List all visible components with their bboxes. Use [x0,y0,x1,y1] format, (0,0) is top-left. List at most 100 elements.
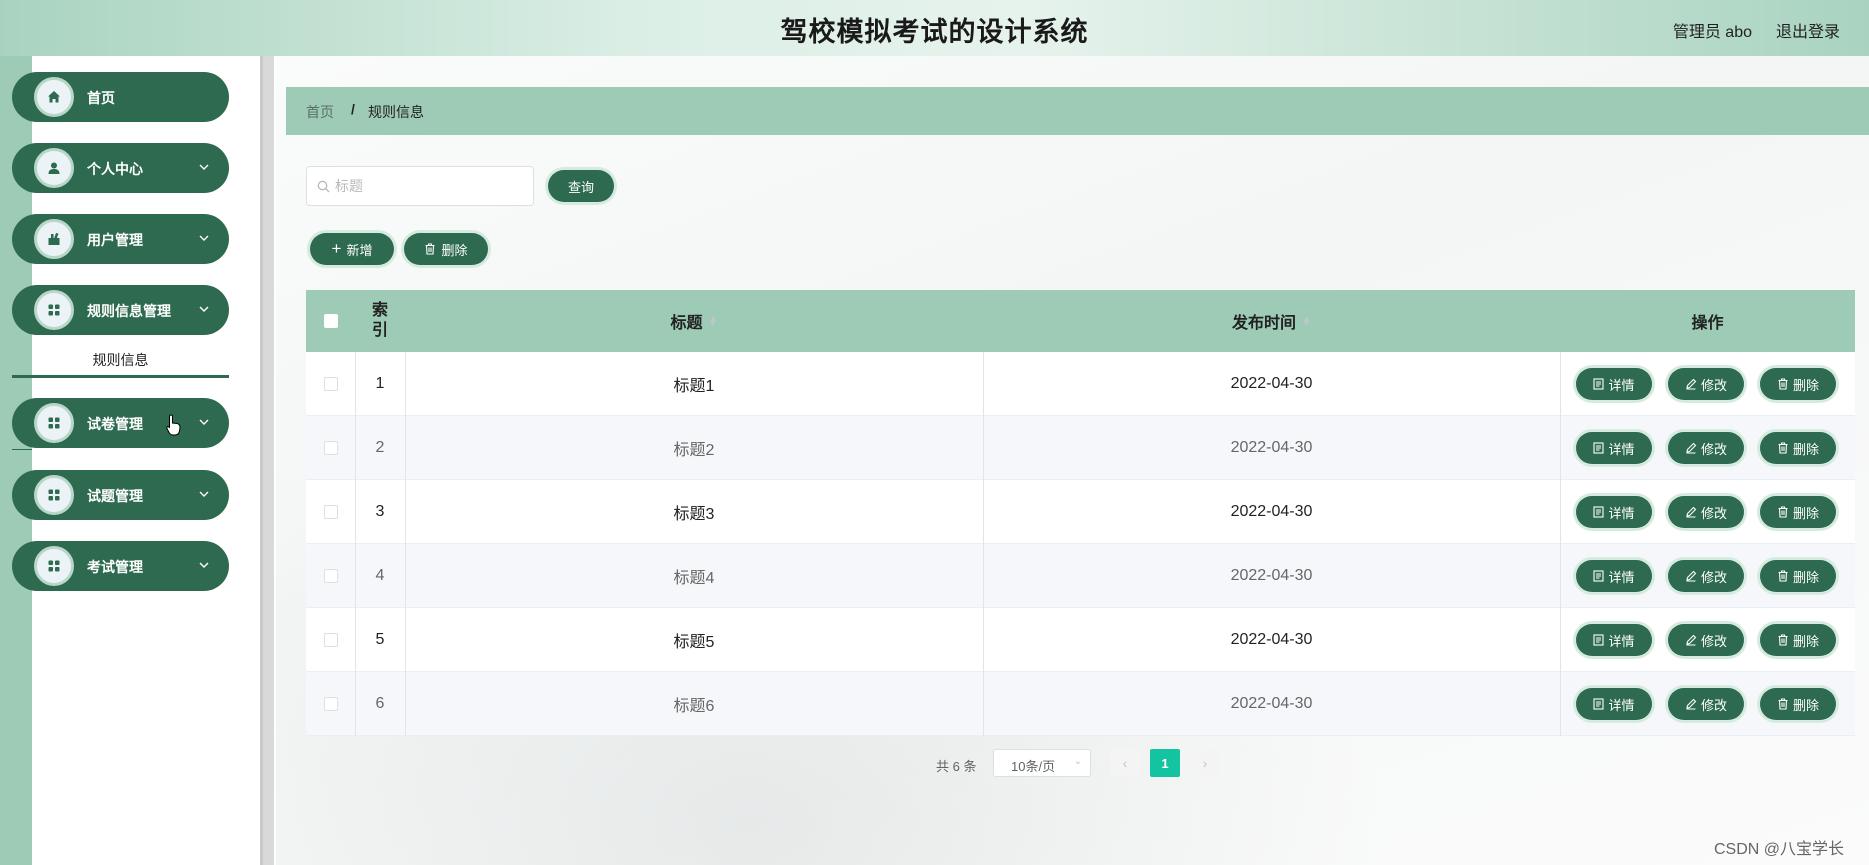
column-divider [1560,352,1561,416]
edit-button[interactable]: 修改 [1668,624,1744,656]
detail-button[interactable]: 详情 [1576,496,1652,528]
submenu-rules-info[interactable]: 规则信息 [12,344,229,378]
column-header-index: 索引 [355,290,405,352]
edit-button[interactable]: 修改 [1668,432,1744,464]
edit-button-label: 修改 [1700,377,1727,393]
edit-button-label: 修改 [1700,505,1727,521]
next-page-button[interactable]: › [1190,749,1220,777]
sort-icon[interactable]: ▲ ▼ [709,314,718,328]
row-publish-time: 2022-04-30 [1230,631,1313,648]
row-publish-time: 2022-04-30 [1230,375,1313,392]
sidebar-item-label: 试卷管理 [87,416,143,432]
detail-button[interactable]: 详情 [1576,624,1652,656]
row-checkbox[interactable] [323,505,338,519]
breadcrumb-home-link[interactable]: 首页 [306,102,334,122]
search-input[interactable] [335,175,525,197]
plus-icon: + [331,239,342,258]
detail-button[interactable]: 详情 [1576,368,1652,400]
chevron-down-icon: ⌄ [1073,756,1082,767]
trash-icon [425,243,435,255]
select-all-checkbox[interactable] [323,314,338,328]
row-checkbox[interactable] [323,441,338,455]
document-icon [1593,378,1605,390]
sort-icon[interactable]: ▲ ▼ [1302,314,1311,328]
row-publish-time: 2022-04-30 [1230,567,1313,584]
column-header-time-label: 发布时间 [1232,315,1297,332]
trash-icon [1778,506,1788,518]
breadcrumb: 首页 / 规则信息 [286,87,1869,135]
edit-button-label: 修改 [1700,569,1727,585]
edit-button[interactable]: 修改 [1668,560,1744,592]
row-select-cell [306,608,355,672]
sidebar-item-personal-center[interactable]: 个人中心 [12,143,229,193]
page-number-button[interactable]: 1 [1150,749,1180,777]
delete-button-label: 删除 [1792,505,1819,521]
column-header-actions: 操作 [1560,290,1855,352]
sidebar-item-exam-management[interactable]: 考试管理 [12,541,229,591]
batch-delete-button[interactable]: 删除 [404,233,488,265]
grid-icon [34,290,74,330]
detail-button[interactable]: 详情 [1576,688,1652,720]
row-index: 4 [375,567,385,584]
row-checkbox[interactable] [323,377,338,391]
delete-button[interactable]: 删除 [1760,368,1836,400]
edit-button[interactable]: 修改 [1668,688,1744,720]
column-divider [1560,544,1561,608]
sidebar-item-home[interactable]: 首页 [12,72,229,122]
row-index: 1 [375,375,385,392]
delete-button[interactable]: 删除 [1760,624,1836,656]
row-title: 标题6 [673,698,715,715]
add-button-label: 新增 [346,242,373,258]
detail-button[interactable]: 详情 [1576,560,1652,592]
sidebar-item-paper-management[interactable]: 试卷管理 [12,398,229,448]
edit-button[interactable]: 修改 [1668,368,1744,400]
delete-button-label: 删除 [1792,633,1819,649]
page-size-select[interactable]: 10条/页 ⌄ [993,749,1091,777]
edit-icon [1686,634,1697,646]
row-checkbox[interactable] [323,633,338,647]
table-row: 6 标题6 2022-04-30 详情 修改 删除 [306,672,1855,736]
row-select-cell [306,544,355,608]
column-header-title[interactable]: 标题 ▲ ▼ [405,290,983,352]
prev-page-button[interactable]: ‹ [1110,749,1140,777]
search-button[interactable]: 查询 [548,170,614,202]
select-all-cell [306,290,355,352]
grid-icon [34,546,74,586]
sidebar-item-user-management[interactable]: 用户管理 [12,214,229,264]
top-header: 驾校模拟考试的设计系统 管理员 abo 退出登录 [0,0,1869,56]
edit-button-label: 修改 [1700,441,1727,457]
sidebar-item-rules-management[interactable]: 规则信息管理 [12,285,229,335]
row-select-cell [306,672,355,736]
chevron-down-icon [199,562,209,568]
trash-icon [1778,442,1788,454]
edit-icon [1686,570,1697,582]
logout-link[interactable]: 退出登录 [1776,18,1840,42]
delete-button[interactable]: 删除 [1760,496,1836,528]
batch-delete-label: 删除 [441,242,468,258]
chevron-down-icon [199,164,209,170]
pagination-total: 共 6 条 [936,759,977,774]
detail-button-label: 详情 [1608,505,1635,521]
trash-icon [1778,378,1788,390]
row-checkbox[interactable] [323,697,338,711]
delete-button[interactable]: 删除 [1760,560,1836,592]
row-checkbox[interactable] [323,569,338,583]
search-field[interactable] [306,166,534,206]
delete-button[interactable]: 删除 [1760,432,1836,464]
sidebar-item-label: 考试管理 [87,559,143,575]
detail-button-label: 详情 [1608,697,1635,713]
sidebar-item-question-management[interactable]: 试题管理 [12,470,229,520]
document-icon [1593,506,1605,518]
row-title: 标题4 [673,570,715,587]
delete-button-label: 删除 [1792,569,1819,585]
column-header-time[interactable]: 发布时间 ▲ ▼ [983,290,1560,352]
chevron-down-icon [199,491,209,497]
delete-button[interactable]: 删除 [1760,688,1836,720]
table-row: 5 标题5 2022-04-30 详情 修改 删除 [306,608,1855,672]
add-button[interactable]: + 新增 [310,233,394,265]
detail-button-label: 详情 [1608,377,1635,393]
menu-indicator-line [12,449,32,450]
edit-button[interactable]: 修改 [1668,496,1744,528]
detail-button[interactable]: 详情 [1576,432,1652,464]
delete-button-label: 删除 [1792,441,1819,457]
